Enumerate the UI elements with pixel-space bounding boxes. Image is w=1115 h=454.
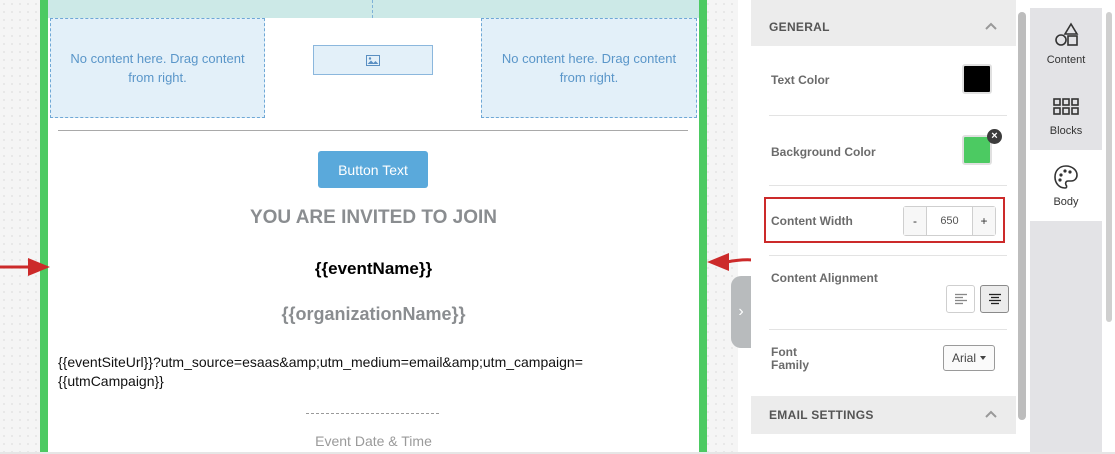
background-color-row: Background Color × [769,116,1007,186]
event-name-text[interactable]: {{eventName}} [48,259,699,279]
chevron-right-icon: › [738,303,744,320]
invited-heading[interactable]: YOU ARE INVITED TO JOIN [48,207,699,229]
organization-name-text[interactable]: {{organizationName}} [48,304,699,325]
tab-body-label: Body [1053,195,1079,208]
tab-blocks-label: Blocks [1049,124,1083,137]
top-row-strip[interactable] [48,0,699,18]
align-center-button[interactable] [980,285,1009,313]
grid-icon [1053,97,1079,115]
panel-scrollbar[interactable] [1018,12,1026,420]
chevron-up-icon [985,22,997,30]
font-family-value: Arial [951,351,976,365]
shapes-icon [1055,21,1079,46]
content-alignment-label: Content Alignment [771,271,878,285]
align-center-icon [988,293,1001,305]
caret-down-icon [980,356,986,360]
email-settings-section-title: EMAIL SETTINGS [769,408,874,422]
font-family-select[interactable]: Arial [943,345,995,371]
email-settings-section-header[interactable]: EMAIL SETTINGS [751,396,1016,434]
increment-button[interactable]: + [973,207,995,235]
background-color-label: Background Color [771,145,876,159]
empty-column-dropzone-right[interactable]: No content here. Drag content from right… [481,18,697,118]
event-date-label[interactable]: Event Date & Time [48,433,699,449]
decrement-button[interactable]: - [904,207,926,235]
email-cta-button[interactable]: Button Text [318,151,428,188]
palette-icon [1054,164,1078,189]
align-left-button[interactable] [946,285,975,313]
image-placeholder[interactable] [313,45,433,75]
empty-column-dropzone-left[interactable]: No content here. Drag content from right… [50,18,265,118]
dropzone-text: No content here. Drag content from right… [70,51,245,85]
image-icon [366,54,380,66]
font-family-label: Font Family [771,345,810,372]
dashed-divider [306,413,439,414]
text-color-label: Text Color [771,73,830,87]
side-tab-bar: Content Blocks Body [1030,8,1102,454]
annotation-arrow-left-icon [0,258,50,276]
tab-body[interactable]: Body [1030,150,1102,221]
align-left-icon [954,293,967,305]
chevron-up-icon [985,410,997,418]
content-width-stepper[interactable]: - 650 + [903,206,996,236]
text-color-swatch[interactable] [962,64,992,94]
horizontal-divider [58,130,688,131]
column-divider [372,0,373,18]
general-section-title: GENERAL [769,20,830,34]
event-site-url-text[interactable]: {{eventSiteUrl}}?utm_source=esaas&amp;ut… [58,353,658,391]
text-color-row: Text Color [769,46,1007,116]
dropzone-text: No content here. Drag content from right… [501,51,677,85]
email-editor: No content here. Drag content from right… [0,0,1115,454]
tab-content-label: Content [1046,53,1086,66]
content-width-value[interactable]: 650 [926,207,973,235]
general-section-header[interactable]: GENERAL [751,8,1016,46]
page-scrollbar[interactable] [1106,12,1112,322]
tab-blocks[interactable]: Blocks [1030,79,1102,150]
editor-canvas: No content here. Drag content from right… [0,0,738,454]
collapse-panel-handle[interactable]: › [731,276,751,348]
email-body[interactable]: No content here. Drag content from right… [40,0,707,454]
remove-color-icon[interactable]: × [987,129,1002,144]
tab-content[interactable]: Content [1030,8,1102,79]
